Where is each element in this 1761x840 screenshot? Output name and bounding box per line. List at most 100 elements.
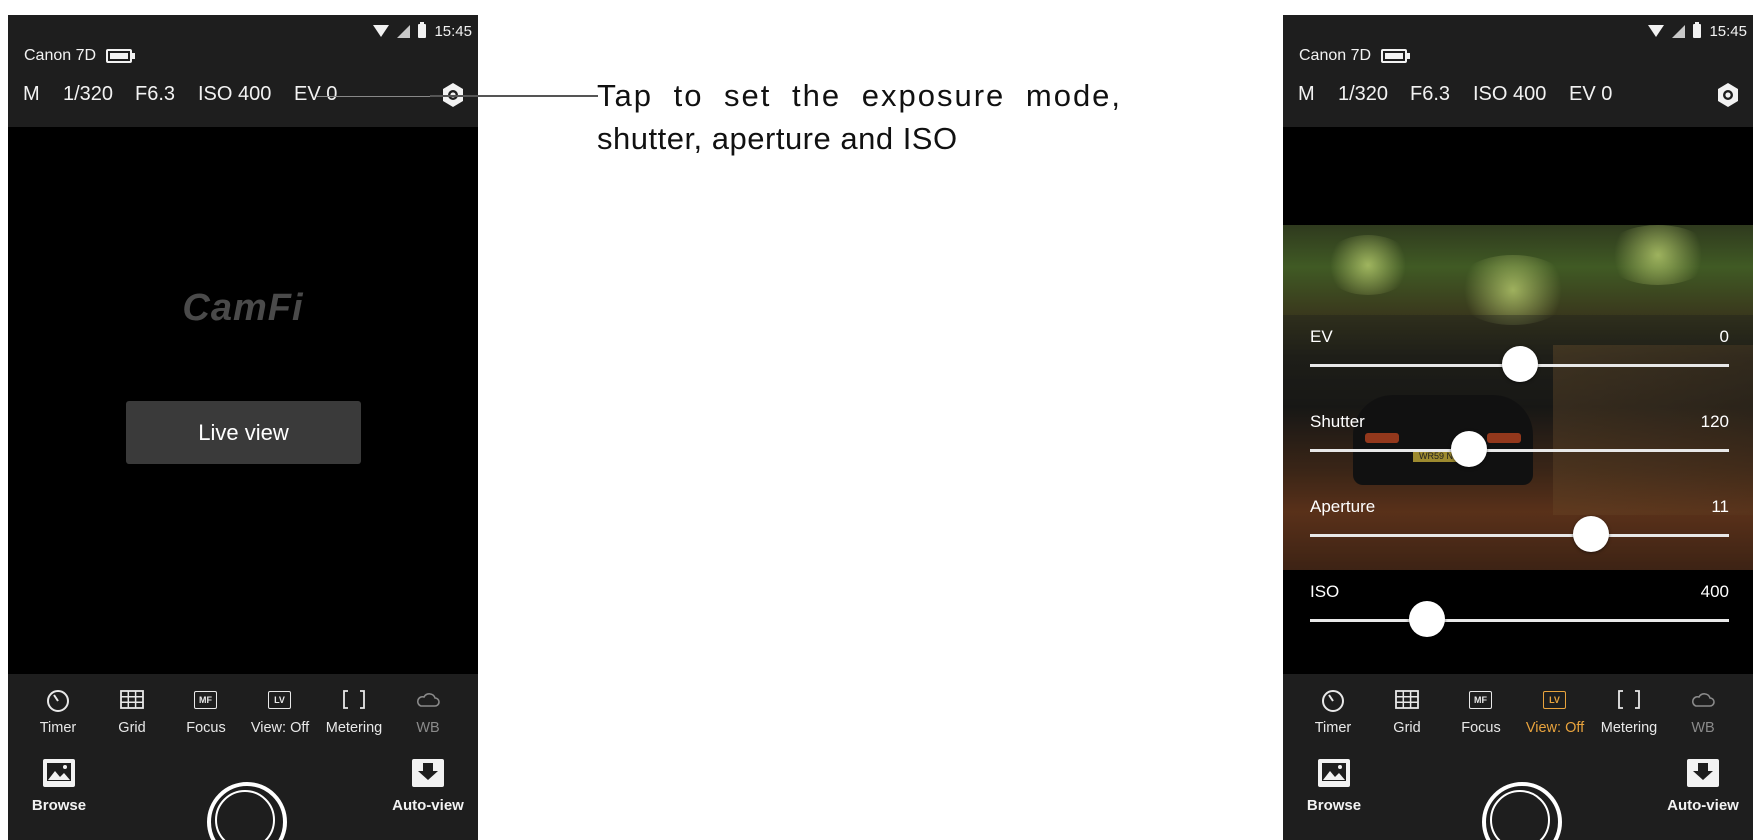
ev-slider-value: 0 [1719,327,1729,346]
aperture-value[interactable]: F6.3 [135,83,175,106]
grid-icon [120,690,144,709]
timer-tool[interactable]: Timer [22,686,94,736]
ev-value[interactable]: EV 0 [1569,83,1612,106]
aperture-slider-label: Aperture [1310,497,1376,516]
focus-tool[interactable]: MF Focus [1445,686,1517,736]
view-tool[interactable]: LV View: Off [1519,686,1591,736]
bottom-bar: Timer Grid MF Focus LV View: Off Meterin… [1283,674,1753,840]
exposure-mode[interactable]: M [1298,83,1315,106]
timer-label: Timer [1314,720,1352,736]
bokeh-light [1323,235,1413,295]
live-view-button[interactable]: Live view [126,401,361,464]
ev-slider[interactable]: EV 0 [1283,315,1753,400]
browse-button[interactable]: Browse [1303,758,1365,814]
view-tool[interactable]: LV View: Off [244,686,316,736]
shutter-slider-value: 120 [1700,412,1729,431]
wb-tool[interactable]: WB [1667,686,1739,736]
camera-battery-icon [1381,49,1411,63]
shutter-ring [1490,790,1550,840]
slider-track[interactable] [1310,619,1729,622]
timer-icon [1322,690,1344,712]
iso-slider[interactable]: ISO 400 [1283,570,1753,655]
metering-label: Metering [1600,720,1658,736]
wb-tool[interactable]: WB [392,686,464,736]
iso-value[interactable]: ISO 400 [1473,83,1546,106]
metering-tool[interactable]: Metering [318,686,390,736]
shutter-button[interactable] [207,782,287,840]
brand-logo: CamFi [182,287,304,329]
signal-icon [397,24,411,38]
camera-battery-icon [106,49,136,63]
browse-button[interactable]: Browse [28,758,90,814]
slider-knob[interactable] [1501,346,1538,382]
download-tray-icon [412,759,444,787]
callout-line-2: shutter, aperture and ISO [597,121,958,156]
timer-tool[interactable]: Timer [1297,686,1369,736]
focus-tool[interactable]: MF Focus [170,686,242,736]
shutter-speed[interactable]: 1/320 [63,83,113,106]
phone-screen-left: 15:45 Canon 7D M 1/320 F6.3 ISO 400 EV 0… [8,15,478,840]
cloud-wb-icon [417,693,440,707]
toolbar: Timer Grid MF Focus LV View: Off Meterin… [1283,686,1753,746]
wifi-icon [373,25,390,37]
wb-label: WB [416,720,440,736]
mf-focus-icon: MF [1467,686,1495,714]
exposure-mode[interactable]: M [23,83,40,106]
timer-icon [47,690,69,712]
callout-line-1: Tap to set the exposure mode, [597,78,1123,113]
browse-label: Browse [1306,797,1362,814]
grid-tool[interactable]: Grid [1371,686,1443,736]
grid-tool[interactable]: Grid [96,686,168,736]
status-bar: 15:45 [373,21,472,41]
auto-view-label: Auto-view [1667,797,1739,814]
cloud-wb-icon [1692,693,1715,707]
metering-label: Metering [325,720,383,736]
lv-view-icon: LV [266,686,294,714]
metering-tool[interactable]: Metering [1593,686,1665,736]
camera-info: Canon 7D [1299,47,1411,65]
top-bar: 15:45 Canon 7D M 1/320 F6.3 ISO 400 EV 0 [1283,15,1753,127]
camera-name: Canon 7D [1299,47,1372,64]
slider-track[interactable] [1310,534,1729,537]
wifi-icon [1648,25,1665,37]
bottom-bar: Timer Grid MF Focus LV View: Off Meterin… [8,674,478,840]
iso-value[interactable]: ISO 400 [198,83,271,106]
view-label: View: Off [250,720,310,736]
slider-knob[interactable] [1451,431,1488,467]
view-label: View: Off [1525,720,1585,736]
ev-slider-label: EV [1310,327,1333,346]
status-bar: 15:45 [1648,21,1747,41]
mf-focus-icon: MF [192,686,220,714]
focus-label: Focus [186,720,226,736]
battery-status-icon [1693,22,1702,38]
shutter-speed[interactable]: 1/320 [1338,83,1388,106]
slider-knob[interactable] [1409,601,1446,637]
iso-slider-label: ISO [1310,582,1340,601]
callout-text: Tap to set the exposure mode, shutter, a… [597,74,1137,160]
iso-slider-value: 400 [1700,582,1729,601]
ev-value[interactable]: EV 0 [294,83,337,106]
lv-view-icon: LV [1541,686,1569,714]
top-bar: 15:45 Canon 7D M 1/320 F6.3 ISO 400 EV 0 [8,15,478,127]
camera-info: Canon 7D [24,47,136,65]
phone-screen-right: 15:45 Canon 7D M 1/320 F6.3 ISO 400 EV 0 [1283,15,1753,840]
aperture-value[interactable]: F6.3 [1410,83,1450,106]
shutter-ring [215,790,275,840]
browse-label: Browse [31,797,87,814]
slider-knob[interactable] [1572,516,1609,552]
status-time: 15:45 [434,22,472,40]
auto-view-button[interactable]: Auto-view [1663,758,1743,814]
battery-status-icon [418,22,427,38]
signal-icon [1672,24,1686,38]
auto-view-button[interactable]: Auto-view [388,758,468,814]
download-tray-icon [1687,759,1719,787]
shutter-slider[interactable]: Shutter 120 [1283,400,1753,485]
gear-icon[interactable] [1715,82,1741,108]
shutter-slider-label: Shutter [1310,412,1365,431]
auto-view-label: Auto-view [392,797,464,814]
slider-track[interactable] [1310,449,1729,452]
shutter-button[interactable] [1482,782,1562,840]
exposure-params[interactable]: M 1/320 F6.3 ISO 400 EV 0 [1283,75,1753,111]
exposure-params[interactable]: M 1/320 F6.3 ISO 400 EV 0 [8,75,478,111]
aperture-slider[interactable]: Aperture 11 [1283,485,1753,570]
